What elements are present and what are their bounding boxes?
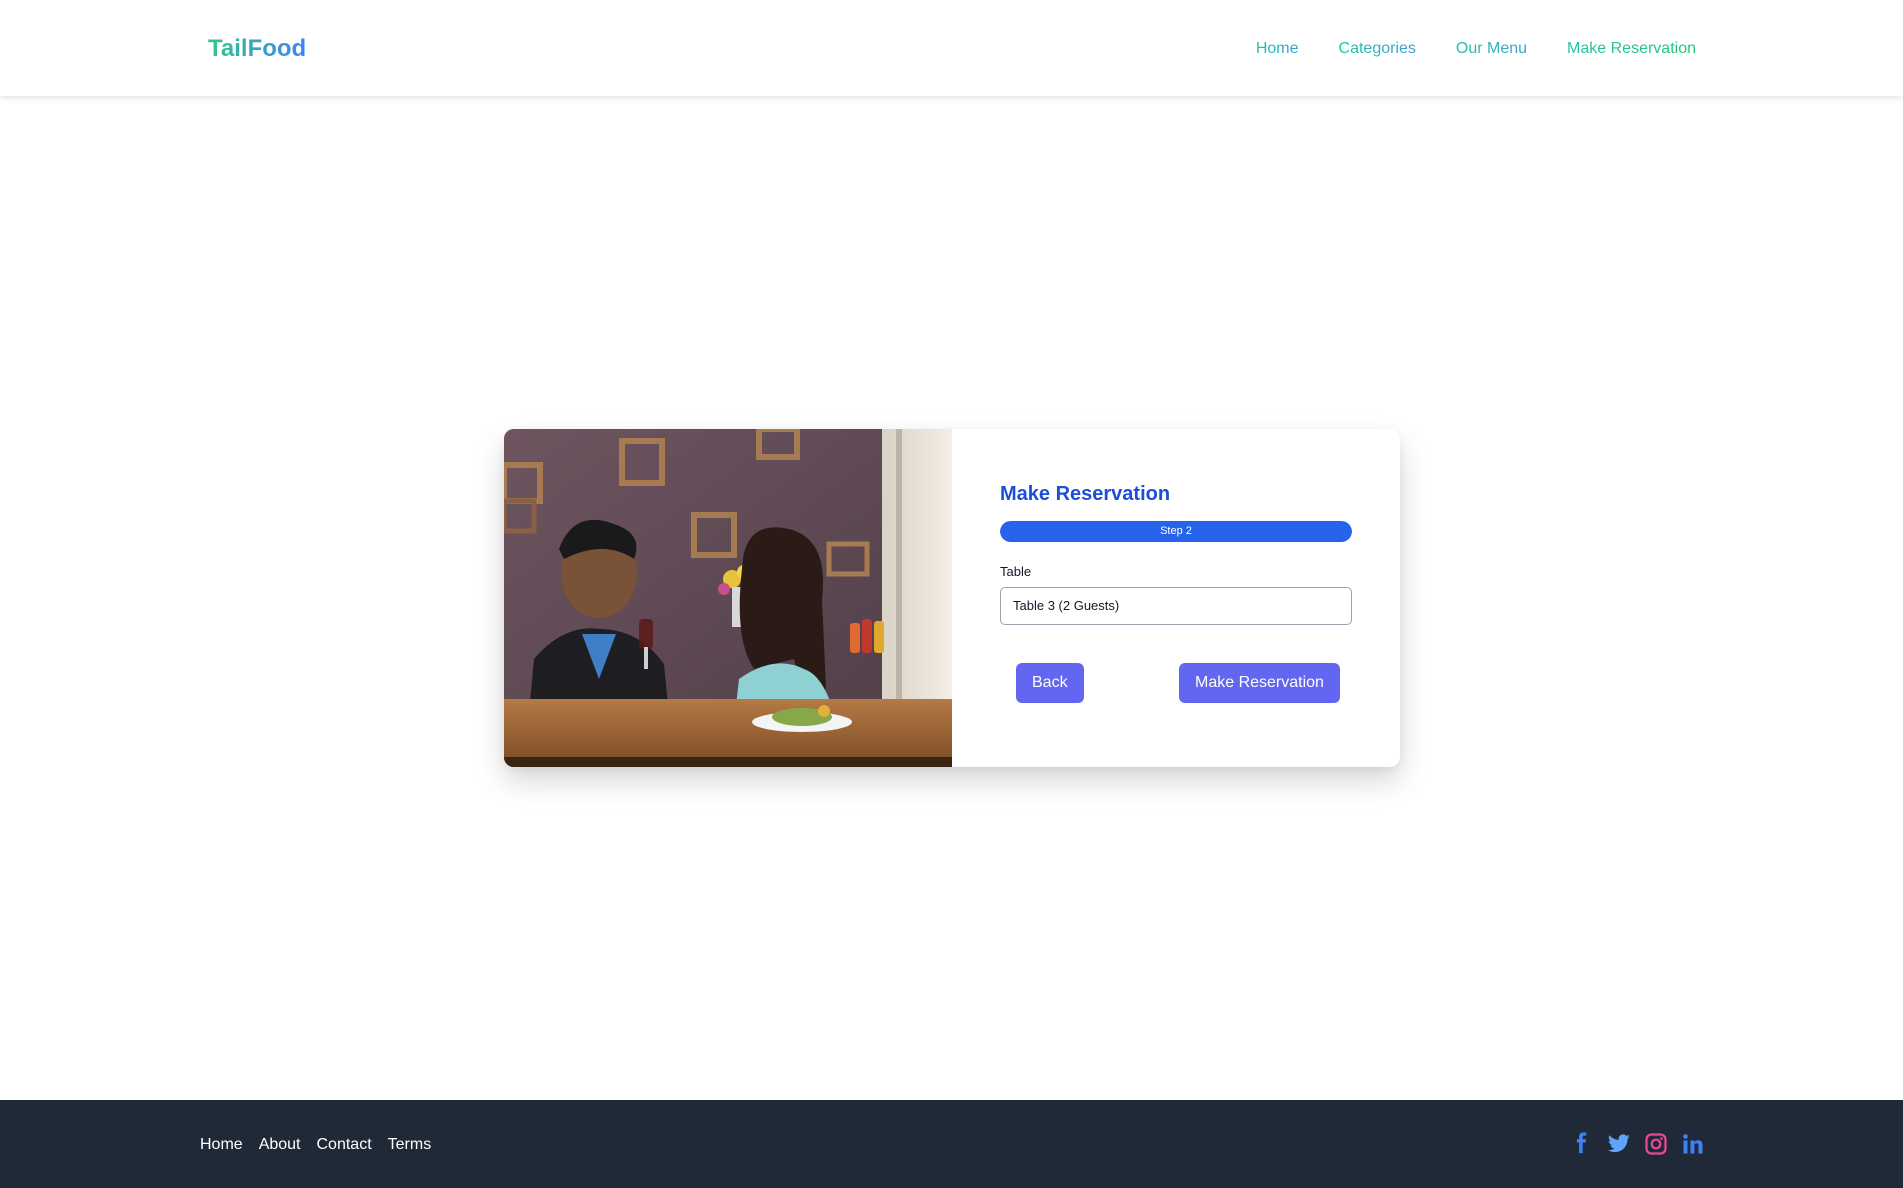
nav-home[interactable]: Home: [1256, 38, 1299, 60]
footer-link-terms[interactable]: Terms: [388, 1135, 432, 1155]
step-progress-bar: Step 2: [1000, 521, 1352, 542]
footer-link-home[interactable]: Home: [200, 1135, 243, 1155]
table-label: Table: [1000, 564, 1032, 579]
instagram-icon[interactable]: [1644, 1132, 1668, 1156]
site-header: TailFood Home Categories Our Menu Make R…: [0, 0, 1903, 96]
back-button[interactable]: Back: [1016, 663, 1084, 703]
nav-make-reservation[interactable]: Make Reservation: [1567, 38, 1696, 60]
footer-link-about[interactable]: About: [259, 1135, 301, 1155]
main-nav: Home Categories Our Menu Make Reservatio…: [1256, 38, 1696, 60]
nav-our-menu[interactable]: Our Menu: [1456, 38, 1527, 60]
facebook-icon[interactable]: [1570, 1132, 1594, 1156]
table-select[interactable]: Table 3 (2 Guests): [1000, 587, 1352, 625]
restaurant-couple-photo: [504, 429, 952, 767]
step-progress-fill: Step 2: [1000, 521, 1352, 542]
reservation-card: Make Reservation Step 2 Table Table 3 (2…: [504, 429, 1400, 767]
make-reservation-button[interactable]: Make Reservation: [1179, 663, 1340, 703]
reservation-form: Make Reservation Step 2 Table Table 3 (2…: [952, 429, 1400, 767]
site-logo[interactable]: TailFood: [208, 34, 306, 64]
footer-link-contact[interactable]: Contact: [317, 1135, 372, 1155]
form-title: Make Reservation: [1000, 483, 1171, 505]
linkedin-icon[interactable]: [1681, 1132, 1705, 1156]
site-footer: Home About Contact Terms: [0, 1100, 1903, 1188]
twitter-icon[interactable]: [1607, 1132, 1631, 1156]
footer-links: Home About Contact Terms: [200, 1135, 431, 1155]
nav-categories[interactable]: Categories: [1339, 38, 1416, 60]
social-links: [1570, 1132, 1705, 1156]
